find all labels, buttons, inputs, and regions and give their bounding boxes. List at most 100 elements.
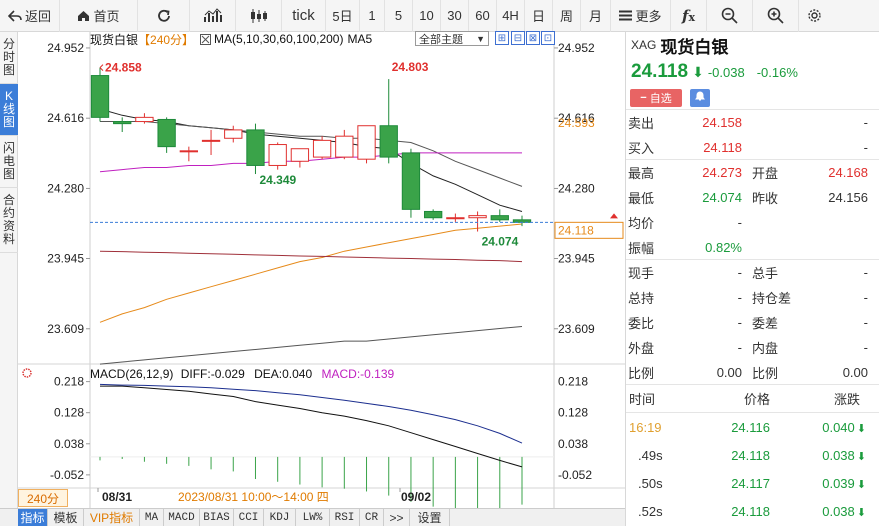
candle-body[interactable] bbox=[135, 116, 154, 123]
view-tab-2[interactable]: 闪电图 bbox=[0, 136, 18, 188]
chart-split-icon[interactable]: ⊠ bbox=[526, 31, 540, 45]
candle-body[interactable] bbox=[201, 139, 221, 142]
zoom-in-button[interactable] bbox=[753, 0, 799, 32]
candle-body[interactable] bbox=[224, 129, 243, 139]
add-watchlist-button[interactable]: − 自选 bbox=[630, 88, 682, 107]
formula-button[interactable]: fx bbox=[671, 0, 707, 32]
view-tab-1[interactable]: K线图 bbox=[0, 84, 18, 136]
current-price-tag: 24.118 bbox=[558, 223, 594, 237]
home-icon bbox=[77, 10, 90, 22]
chevron-down-icon: ▼ bbox=[476, 33, 485, 44]
candle-body[interactable] bbox=[335, 135, 354, 158]
macd-gear-icon[interactable] bbox=[22, 368, 32, 378]
candle-body[interactable] bbox=[157, 118, 176, 148]
home-button[interactable]: 首页 bbox=[60, 0, 138, 32]
more-button[interactable]: 更多 bbox=[611, 0, 671, 32]
ma-settings-icon[interactable] bbox=[200, 33, 212, 45]
more-label: 更多 bbox=[635, 9, 662, 24]
view-tab-0[interactable]: 分时图 bbox=[0, 32, 18, 84]
zoom-out-button[interactable] bbox=[707, 0, 753, 32]
candle-body[interactable] bbox=[246, 129, 265, 166]
period-5day[interactable]: 5日 bbox=[326, 0, 360, 32]
macd-legend: MACD(26,12,9) DIFF:-0.029 DEA:0.040 MACD… bbox=[90, 367, 394, 381]
legend-period[interactable]: 【240分】 bbox=[138, 31, 194, 48]
quote-row: 振幅 0.82% bbox=[626, 235, 879, 260]
chart-expand-icon[interactable]: ⊡ bbox=[541, 31, 555, 45]
quote-row: 买入 24.118 - bbox=[626, 135, 879, 160]
quote-value: - bbox=[737, 315, 742, 330]
candle-body[interactable] bbox=[401, 152, 421, 210]
period-30min[interactable]: 30 bbox=[441, 0, 469, 32]
candle-body[interactable] bbox=[468, 215, 487, 219]
indicator-tab-0[interactable]: 指标 bbox=[18, 509, 48, 526]
candle-body[interactable] bbox=[290, 148, 310, 162]
period-10min[interactable]: 10 bbox=[413, 0, 441, 32]
candle-body[interactable] bbox=[113, 121, 132, 125]
view-tab-3[interactable]: 合约资料 bbox=[0, 188, 18, 253]
indicator-tab-7[interactable]: KDJ bbox=[264, 509, 296, 526]
period-4h[interactable]: 4H bbox=[497, 0, 525, 32]
main-legend: 现货白银 【240分】 MA(5,10,30,60,100,200) MA5 bbox=[90, 31, 372, 48]
zoom-out-icon bbox=[721, 7, 738, 24]
settings-menu-button[interactable] bbox=[799, 0, 829, 32]
quote-label: 比例 bbox=[752, 365, 779, 381]
indicator-tab-12[interactable]: 设置 bbox=[410, 509, 450, 526]
indicator-tab-2[interactable]: VIP指标 bbox=[84, 509, 140, 526]
period-month[interactable]: 月 bbox=[581, 0, 611, 32]
indicator-tab-9[interactable]: RSI bbox=[330, 509, 360, 526]
macd-dea-line bbox=[99, 383, 523, 444]
kline-chart[interactable]: 24.952 24.95224.616 24.61624.280 24.28023.9… bbox=[18, 32, 625, 513]
candle-body[interactable] bbox=[490, 215, 509, 221]
indicator-tab-1[interactable]: 模板 bbox=[48, 509, 84, 526]
quote-value: 24.158 bbox=[702, 115, 742, 130]
period-tick[interactable]: tick bbox=[282, 0, 326, 32]
candle-body[interactable] bbox=[423, 210, 443, 219]
theme-select[interactable]: 全部主题 ▼ bbox=[415, 31, 489, 46]
chart-fullscreen-icon[interactable]: ⊞ bbox=[495, 31, 509, 45]
candle-body[interactable] bbox=[357, 125, 376, 160]
quote-value: 0.82% bbox=[705, 239, 742, 255]
period-60min[interactable]: 60 bbox=[469, 0, 497, 32]
tick-change-value: 0.040 bbox=[822, 419, 855, 435]
indicator-tabs: 指标 模板 VIP指标 MA MACD BIAS CCI KDJ LW% RSI CR >> 设置 bbox=[18, 508, 625, 526]
price-alert-button[interactable] bbox=[690, 88, 710, 107]
indicator-tab-6[interactable]: CCI bbox=[234, 509, 264, 526]
period-1min[interactable]: 1 bbox=[360, 0, 385, 32]
price-tick-label-right: 23.945 bbox=[558, 252, 595, 266]
candle-body[interactable] bbox=[379, 125, 398, 158]
up-arrow-marker-icon bbox=[610, 213, 618, 219]
quote-value: 24.273 bbox=[702, 165, 742, 180]
indicator-tab-4[interactable]: MACD bbox=[164, 509, 200, 526]
indicator-tab-11[interactable]: >> bbox=[384, 509, 410, 526]
indicator-tab-10[interactable]: CR bbox=[360, 509, 384, 526]
view-tab-char: 图 bbox=[2, 63, 15, 77]
quote-label: 内盘 bbox=[752, 341, 779, 356]
indicator-tab-5[interactable]: BIAS bbox=[200, 509, 234, 526]
tick-row: .49s 24.118 0.038 ⬇ bbox=[626, 441, 879, 469]
candle-body[interactable] bbox=[179, 150, 199, 153]
candle-body[interactable] bbox=[268, 144, 287, 166]
indicator-tab-8[interactable]: LW% bbox=[296, 509, 330, 526]
candle-body[interactable] bbox=[312, 139, 332, 158]
chart-layout-icon[interactable]: ⊟ bbox=[511, 31, 525, 45]
back-button[interactable]: 返回 bbox=[0, 0, 60, 32]
candlestick-button[interactable] bbox=[236, 0, 282, 32]
tick-time: 16:19 bbox=[629, 419, 662, 435]
candle-body[interactable] bbox=[90, 75, 110, 118]
tick-time: .49s bbox=[638, 447, 663, 463]
candle-body[interactable] bbox=[446, 217, 465, 220]
top-toolbar: 返回 首页 tick 5日 1 5 10 30 60 4H 日 周 月 更多 f… bbox=[0, 0, 879, 32]
indicator-tab-3[interactable]: MA bbox=[140, 509, 164, 526]
period-5min[interactable]: 5 bbox=[385, 0, 413, 32]
quote-row: 外盘 - 内盘 - bbox=[626, 335, 879, 360]
kline-chart-area[interactable]: 24.952 24.952 24.616 24.616 24.280 24.280 23.9… bbox=[18, 32, 625, 513]
period-week[interactable]: 周 bbox=[553, 0, 581, 32]
price-tick-label-left: 24.280 bbox=[47, 181, 84, 195]
refresh-button[interactable] bbox=[138, 0, 190, 32]
quote-value: - bbox=[863, 265, 868, 280]
indicator-chart-button[interactable] bbox=[190, 0, 236, 32]
quote-label: 振幅 bbox=[628, 240, 655, 256]
period-label[interactable]: 240分 bbox=[18, 489, 68, 507]
period-day[interactable]: 日 bbox=[525, 0, 553, 32]
quote-label: 最高 bbox=[628, 166, 655, 181]
